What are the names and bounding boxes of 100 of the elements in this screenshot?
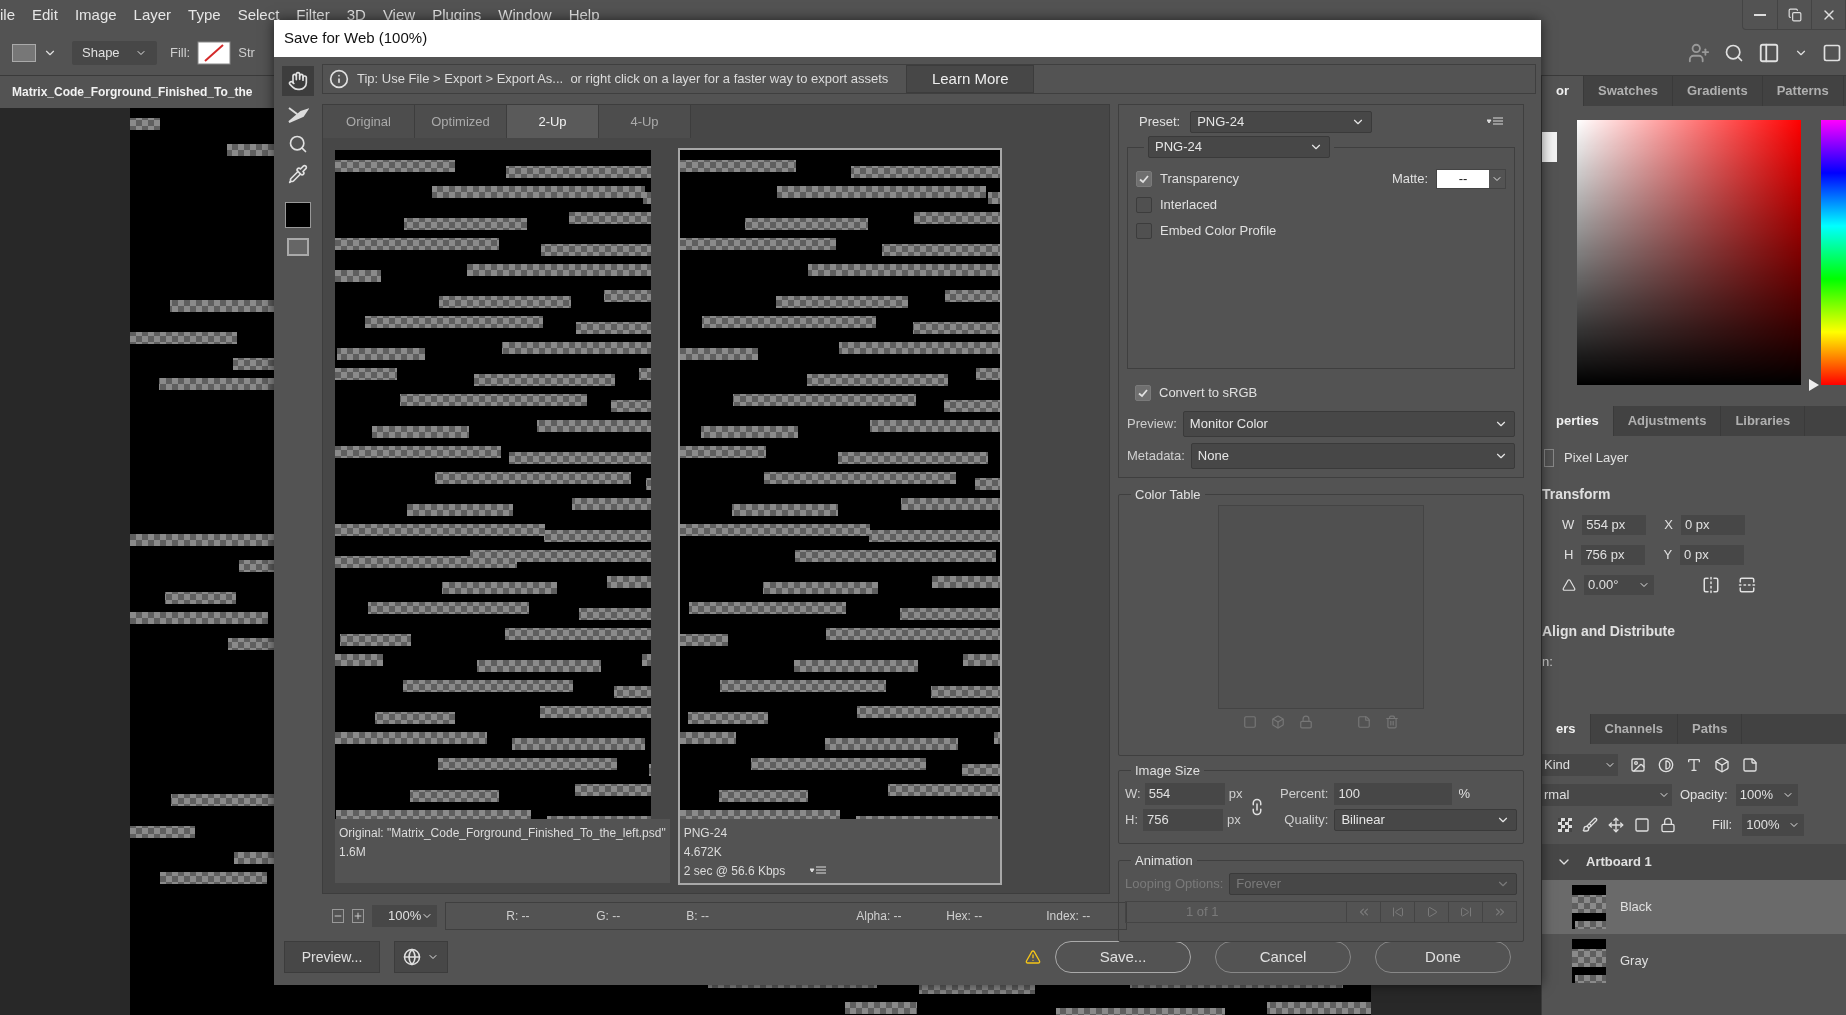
percent-field[interactable]: 100 (1334, 782, 1453, 805)
type-filter-icon[interactable] (1686, 757, 1702, 773)
width-field[interactable]: 554 px (1582, 514, 1647, 535)
panel-tab[interactable]: Libraries (1721, 406, 1806, 436)
shape-filter-icon[interactable] (1714, 757, 1730, 773)
align-label: n: (1542, 652, 1554, 671)
lock-icon[interactable] (1660, 817, 1676, 833)
lock-color-icon[interactable] (1299, 714, 1313, 729)
quality-select[interactable]: Bilinear (1334, 808, 1517, 831)
hand-tool-icon[interactable] (282, 66, 314, 96)
menu-item[interactable]: Layer (133, 3, 172, 27)
percent-unit: % (1458, 784, 1470, 803)
panel-tab[interactable]: Channels (1590, 714, 1679, 744)
matte-select[interactable]: -- (1436, 169, 1506, 189)
add-user-icon[interactable] (1688, 41, 1710, 64)
height-unit: px (1227, 810, 1241, 829)
file-info-text: PNG-24 (683, 825, 728, 842)
warning-icon (1025, 949, 1041, 965)
x-field[interactable]: 0 px (1680, 514, 1745, 535)
preview-pane[interactable]: Original: "Matrix_Code_Forground_Finished_To_the_left.psd" 1.6M (333, 148, 672, 885)
fill-label: Fill: (170, 43, 191, 62)
new-color-icon[interactable] (1357, 714, 1371, 729)
menu-item[interactable]: Type (188, 3, 221, 27)
brush-icon[interactable] (1582, 817, 1598, 833)
smart-object-filter-icon[interactable] (1742, 757, 1758, 773)
zoom-in-button[interactable] (352, 909, 364, 923)
settings-menu-icon[interactable] (1487, 117, 1505, 127)
eyedropper-tool-icon[interactable] (288, 164, 308, 184)
browser-select[interactable] (394, 941, 448, 973)
zoom-level-select[interactable]: 100% (372, 905, 438, 927)
preview-pane[interactable]: PNG-24 4.672K 2 sec @ 56.6 Kbps (677, 148, 1002, 885)
x-label: X (1664, 515, 1673, 534)
image-filter-icon[interactable] (1630, 757, 1646, 773)
blend-mode-select[interactable]: rmal (1542, 784, 1672, 806)
move-icon[interactable] (1608, 817, 1624, 833)
opacity-field[interactable]: 100% (1735, 784, 1798, 806)
panel-tab[interactable]: Adjustments (1613, 406, 1722, 436)
angle-field[interactable]: 0.00° (1584, 574, 1654, 595)
menu-item[interactable]: Select (237, 3, 280, 27)
eyedropper-color-swatch[interactable] (285, 202, 311, 228)
menu-item[interactable]: ile (0, 3, 15, 27)
adjustment-filter-icon[interactable] (1658, 757, 1674, 773)
slice-select-tool-icon[interactable] (287, 106, 309, 124)
preview-select[interactable]: Monitor Color (1182, 410, 1515, 437)
layer-filter-select[interactable]: Kind (1542, 754, 1618, 776)
height-field[interactable]: 756 px (1581, 544, 1646, 565)
menu-icon[interactable] (809, 865, 826, 875)
color-readout: G: -- (596, 908, 622, 925)
convert-checkbox[interactable] (1135, 384, 1151, 401)
toggle-slices-icon[interactable] (287, 238, 309, 256)
rectangle-tool-icon[interactable] (12, 43, 36, 62)
metadata-select[interactable]: None (1190, 442, 1515, 469)
zoom-out-button[interactable] (332, 909, 344, 923)
info-icon (329, 69, 349, 89)
menu-item[interactable]: Image (74, 3, 117, 27)
layer-thumbnail-drawing (1572, 939, 1606, 983)
zoom-tool-icon[interactable] (288, 134, 308, 154)
panel-tab[interactable]: perties (1542, 406, 1614, 436)
search-icon[interactable] (1724, 42, 1744, 63)
hue-slider-thumb[interactable] (1809, 379, 1820, 391)
panel-tab[interactable]: ers (1542, 714, 1591, 744)
panel-tab[interactable]: or (1542, 76, 1584, 106)
shape-mode-select[interactable]: Shape (72, 40, 157, 65)
learn-more-button[interactable]: Learn More (906, 65, 1035, 93)
step-forward-icon (1459, 905, 1472, 918)
option-checkbox[interactable] (1136, 171, 1152, 187)
menu-item[interactable]: Edit (32, 3, 58, 27)
panel-tab[interactable]: Gradients (1673, 76, 1763, 106)
flip-vertical-icon[interactable] (1738, 575, 1756, 594)
height-field[interactable]: 756 (1143, 808, 1223, 831)
workspace-icon[interactable] (1758, 41, 1780, 64)
convert-label: Convert to sRGB (1159, 384, 1258, 402)
file-info-text: 2 sec @ 56.6 Kbps (683, 863, 786, 880)
dialog-title: Save for Web (100%) (284, 28, 428, 49)
y-field[interactable]: 0 px (1680, 544, 1745, 565)
file-format-select[interactable]: PNG-24 (1148, 136, 1330, 158)
layer-type-label: Pixel Layer (1564, 449, 1629, 467)
background-color-swatch[interactable] (1542, 132, 1558, 162)
fill-field[interactable]: 100% (1742, 814, 1805, 836)
flip-horizontal-icon[interactable] (1702, 575, 1720, 594)
layer-row[interactable]: Black (1542, 880, 1846, 934)
lock-transparency-icon[interactable] (1558, 818, 1572, 832)
panel-tab[interactable]: Patterns (1762, 76, 1844, 106)
no-fill-swatch-icon[interactable] (197, 40, 232, 65)
preview-button[interactable]: Preview... (284, 941, 380, 973)
delete-color-icon[interactable] (1385, 714, 1399, 729)
view-tab[interactable]: Original (323, 105, 415, 138)
color-readout: Hex: -- (946, 908, 984, 925)
globe-icon (403, 948, 421, 966)
view-tab[interactable]: 4-Up (599, 105, 691, 138)
metadata-label: Metadata: (1127, 446, 1185, 465)
panel-tab[interactable]: Swatches (1584, 76, 1673, 106)
layer-group-row[interactable]: Artboard 1 (1542, 844, 1846, 880)
hand-icon (288, 71, 308, 91)
width-field[interactable]: 554 (1144, 782, 1225, 805)
view-tab[interactable]: Optimized (415, 105, 507, 138)
view-tab[interactable]: 2-Up (507, 105, 599, 138)
color-field[interactable] (1577, 120, 1802, 385)
panel-tab[interactable]: Paths (1678, 714, 1743, 744)
preset-select[interactable]: PNG-24 (1190, 111, 1373, 133)
